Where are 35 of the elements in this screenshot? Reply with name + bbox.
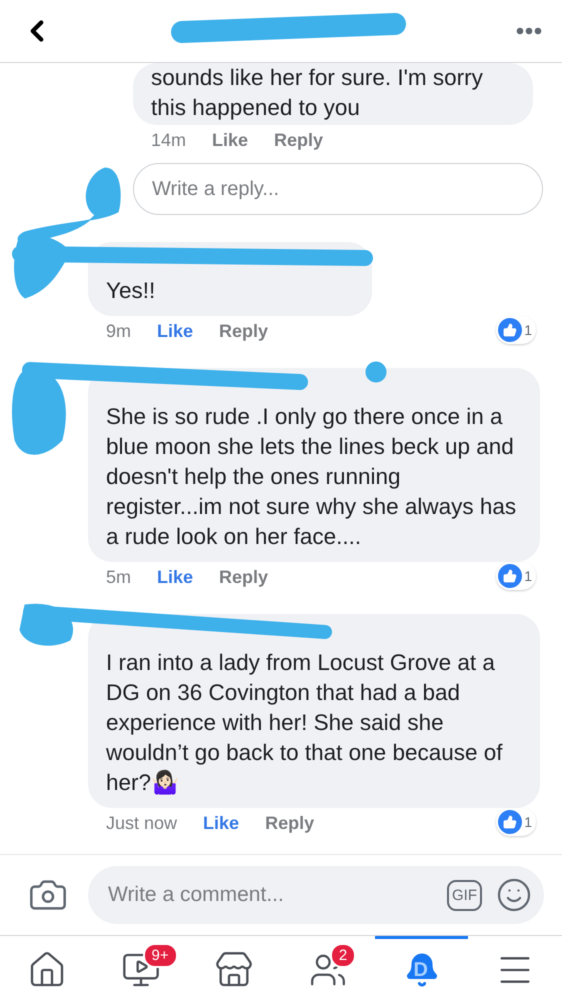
bell-letter: D bbox=[414, 958, 428, 982]
comment-text: She is so rude .I only go there once in a blue moon she lets the lines beck up and doesn't help the ones running register...im not sure why she always has a rude look on her face.... bbox=[88, 368, 540, 562]
comment-time: 9m bbox=[106, 321, 132, 342]
notification-badge: 9+ bbox=[142, 943, 178, 968]
reaction-badge[interactable]: 1 bbox=[496, 808, 536, 836]
like-link[interactable]: Like bbox=[203, 813, 240, 834]
like-link[interactable]: Like bbox=[157, 567, 194, 588]
reaction-count: 1 bbox=[524, 814, 532, 830]
thumbs-up-icon bbox=[498, 810, 522, 834]
reply-link[interactable]: Reply bbox=[219, 567, 268, 588]
reply-link[interactable]: Reply bbox=[274, 130, 324, 151]
thumbs-up-icon bbox=[498, 318, 522, 342]
comment-text: I ran into a lady from Locust Grove at a DG on 36 Covington that had a bad experience with her! She said she wouldn’t go back to that one because of her?🤷🏻‍♀ bbox=[88, 614, 540, 808]
reaction-badge[interactable]: 1 bbox=[496, 562, 536, 590]
comment-time: 14m bbox=[151, 130, 186, 151]
more-icon[interactable] bbox=[516, 27, 542, 35]
smiley-icon[interactable] bbox=[496, 877, 532, 913]
nav-tab[interactable]: D bbox=[374, 936, 468, 1000]
nav-tab[interactable]: 9+ bbox=[94, 936, 188, 1000]
comment-text: sounds like her for sure. I'm sorry this happened to you bbox=[133, 63, 533, 125]
comment-time: Just now bbox=[106, 813, 178, 834]
reaction-badge[interactable]: 1 bbox=[496, 316, 536, 344]
like-link[interactable]: Like bbox=[157, 321, 194, 342]
thumbs-up-icon bbox=[498, 564, 522, 588]
reply-link[interactable]: Reply bbox=[265, 813, 314, 834]
reply-link[interactable]: Reply bbox=[219, 321, 268, 342]
reply-field[interactable]: Write a reply... bbox=[133, 163, 543, 215]
like-link[interactable]: Like bbox=[212, 130, 248, 151]
notification-badge: 2 bbox=[330, 943, 356, 968]
nav-tab[interactable]: 2 bbox=[281, 936, 375, 1000]
reaction-count: 1 bbox=[524, 568, 532, 584]
reaction-count: 1 bbox=[524, 322, 532, 338]
comment-time: 5m bbox=[106, 567, 132, 588]
gif-button[interactable]: GIF bbox=[447, 880, 482, 910]
comment-field[interactable]: Write a comment... GIF bbox=[88, 866, 544, 924]
